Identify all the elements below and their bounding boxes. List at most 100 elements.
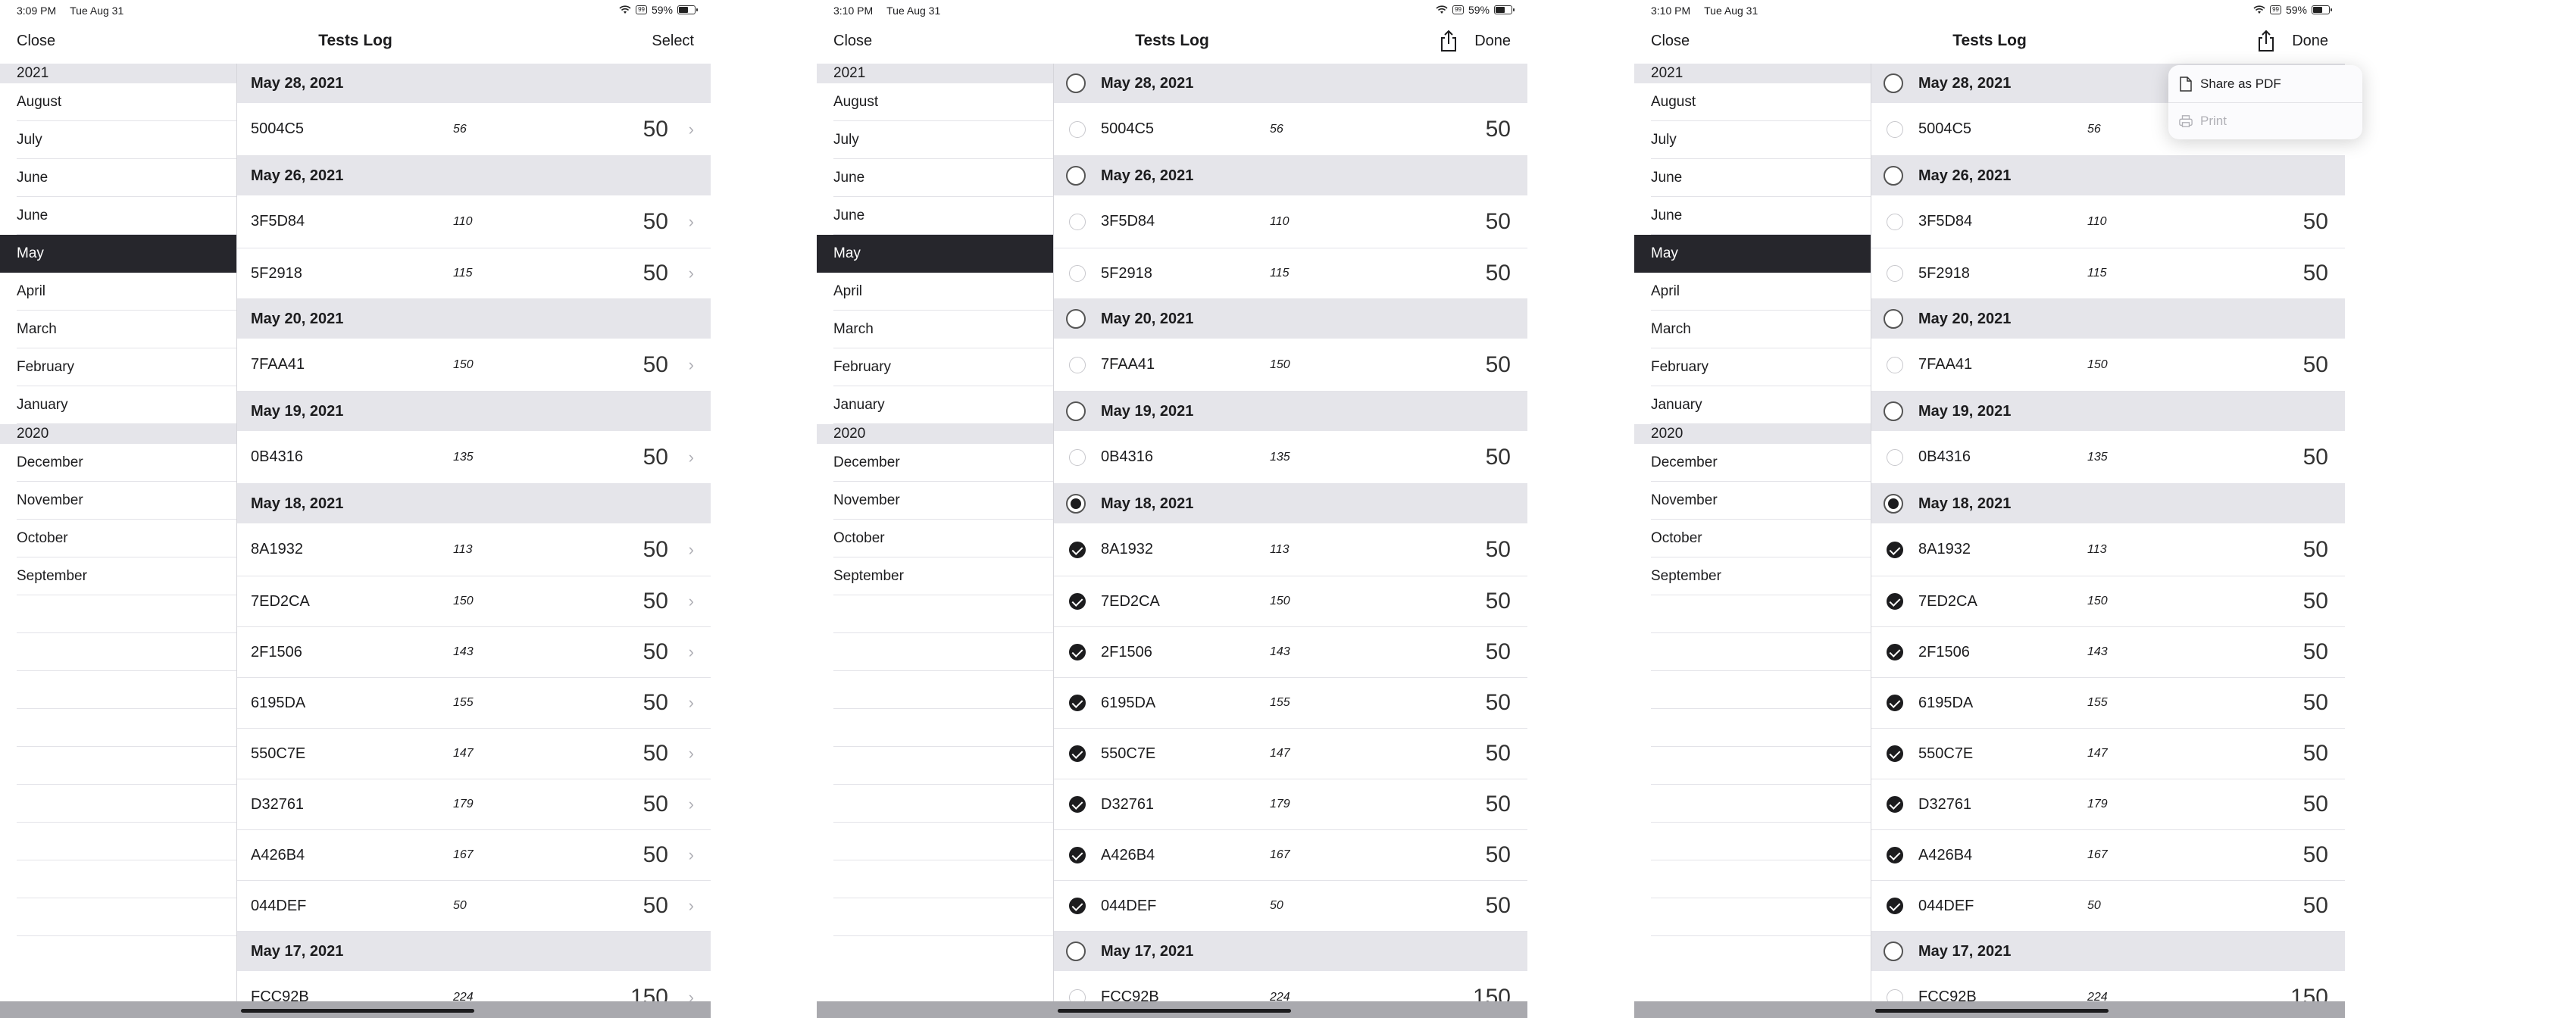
sidebar-month-september[interactable]: September [833,557,1053,595]
sidebar-month-october[interactable]: October [833,520,1053,557]
sidebar-month-october[interactable]: October [1651,520,1871,557]
sidebar-month-april[interactable]: April [1651,273,1871,311]
unchecked-circle-icon[interactable] [1887,265,1903,282]
done-button[interactable]: Done [1474,33,1511,50]
unchecked-circle-icon[interactable] [1887,120,1903,138]
sidebar-month-august[interactable]: August [833,83,1053,121]
unchecked-circle-icon[interactable] [1069,120,1086,138]
sidebar-month-july[interactable]: July [1651,121,1871,159]
sidebar-month-december[interactable]: December [1651,444,1871,482]
sidebar-month-june[interactable]: June [1651,197,1871,235]
sidebar-month-august[interactable]: August [1651,83,1871,121]
test-row[interactable]: 7FAA41 150 50 [1871,339,2345,392]
sidebar-month-october[interactable]: October [17,520,236,557]
test-row[interactable]: 0B4316 135 50 › [237,431,711,484]
test-row[interactable]: 550C7E 147 50 [1054,729,1527,779]
sidebar-month-june[interactable]: June [17,159,236,197]
section-select-toggle[interactable] [1066,73,1086,93]
checkmark-icon[interactable] [1069,644,1086,660]
sidebar-month-november[interactable]: November [833,482,1053,520]
test-row[interactable]: 2F1506 143 50 [1054,627,1527,678]
test-row[interactable]: 044DEF 50 50 [1054,881,1527,932]
sidebar-month-may[interactable]: May [0,235,236,273]
test-row[interactable]: 3F5D84 110 50 › [237,195,711,248]
test-row[interactable]: 7ED2CA 150 50 [1871,576,2345,627]
test-row[interactable]: 6195DA 155 50 [1871,678,2345,729]
unchecked-circle-icon[interactable] [1069,265,1086,282]
unchecked-circle-icon[interactable] [1069,213,1086,230]
test-row[interactable]: 2F1506 143 50 › [237,627,711,678]
unchecked-circle-icon[interactable] [1069,448,1086,466]
sidebar-month-july[interactable]: July [17,121,236,159]
checkmark-icon[interactable] [1887,745,1903,762]
sidebar-month-march[interactable]: March [833,311,1053,348]
sidebar-month-february[interactable]: February [1651,348,1871,386]
test-row[interactable]: A426B4 167 50 › [237,830,711,881]
unchecked-circle-icon[interactable] [1887,213,1903,230]
section-select-toggle[interactable] [1066,494,1086,514]
test-row[interactable]: 2F1506 143 50 [1871,627,2345,678]
checkmark-icon[interactable] [1069,593,1086,610]
checkmark-icon[interactable] [1069,745,1086,762]
test-row[interactable]: 3F5D84 110 50 [1871,195,2345,248]
test-row[interactable]: 5004C5 56 50 [1054,103,1527,156]
test-row[interactable]: 5004C5 56 50 › [237,103,711,156]
test-row[interactable]: D32761 179 50 [1871,779,2345,830]
checkmark-icon[interactable] [1887,695,1903,711]
test-row[interactable]: 044DEF 50 50 [1871,881,2345,932]
test-row[interactable]: A426B4 167 50 [1871,830,2345,881]
print-item[interactable]: Print [2168,102,2362,139]
test-row[interactable]: 3F5D84 110 50 [1054,195,1527,248]
checkmark-icon[interactable] [1887,847,1903,863]
test-row[interactable]: 7ED2CA 150 50 › [237,576,711,627]
sidebar-month-june[interactable]: June [1651,159,1871,197]
sidebar-month-november[interactable]: November [1651,482,1871,520]
sidebar-month-may[interactable]: May [817,235,1053,273]
sidebar-month-april[interactable]: April [833,273,1053,311]
sidebar-month-january[interactable]: January [833,386,1053,424]
test-row[interactable]: 7FAA41 150 50 [1054,339,1527,392]
sidebar-month-july[interactable]: July [833,121,1053,159]
section-select-toggle[interactable] [1884,941,1903,961]
checkmark-icon[interactable] [1069,898,1086,914]
select-button[interactable]: Select [652,33,694,50]
share-button[interactable] [1438,29,1459,53]
test-row[interactable]: 0B4316 135 50 [1871,431,2345,484]
sidebar-month-december[interactable]: December [833,444,1053,482]
section-select-toggle[interactable] [1066,401,1086,421]
checkmark-icon[interactable] [1069,695,1086,711]
checkmark-icon[interactable] [1069,847,1086,863]
section-select-toggle[interactable] [1884,494,1903,514]
test-row[interactable]: D32761 179 50 › [237,779,711,830]
test-row[interactable]: 5F2918 115 50 [1054,248,1527,299]
sidebar-month-february[interactable]: February [17,348,236,386]
sidebar-month-june[interactable]: June [17,197,236,235]
checkmark-icon[interactable] [1069,541,1086,558]
unchecked-circle-icon[interactable] [1887,448,1903,466]
sidebar-month-april[interactable]: April [17,273,236,311]
test-row[interactable]: 550C7E 147 50 › [237,729,711,779]
done-button[interactable]: Done [2292,33,2328,50]
test-row[interactable]: 8A1932 113 50 [1054,523,1527,576]
sidebar-month-march[interactable]: March [17,311,236,348]
sidebar-month-november[interactable]: November [17,482,236,520]
test-row[interactable]: 5F2918 115 50 › [237,248,711,299]
section-select-toggle[interactable] [1884,401,1903,421]
sidebar-month-may[interactable]: May [1634,235,1871,273]
sidebar-month-august[interactable]: August [17,83,236,121]
checkmark-icon[interactable] [1887,541,1903,558]
checkmark-icon[interactable] [1887,796,1903,813]
checkmark-icon[interactable] [1887,593,1903,610]
checkmark-icon[interactable] [1069,796,1086,813]
sidebar-month-january[interactable]: January [1651,386,1871,424]
test-row[interactable]: 044DEF 50 50 › [237,881,711,932]
test-row[interactable]: 6195DA 155 50 [1054,678,1527,729]
checkmark-icon[interactable] [1887,644,1903,660]
sidebar-month-june[interactable]: June [833,197,1053,235]
sidebar-month-march[interactable]: March [1651,311,1871,348]
share-button[interactable] [2256,29,2277,53]
test-row[interactable]: 6195DA 155 50 › [237,678,711,729]
sidebar-month-june[interactable]: June [833,159,1053,197]
test-row[interactable]: 7FAA41 150 50 › [237,339,711,392]
section-select-toggle[interactable] [1884,309,1903,329]
